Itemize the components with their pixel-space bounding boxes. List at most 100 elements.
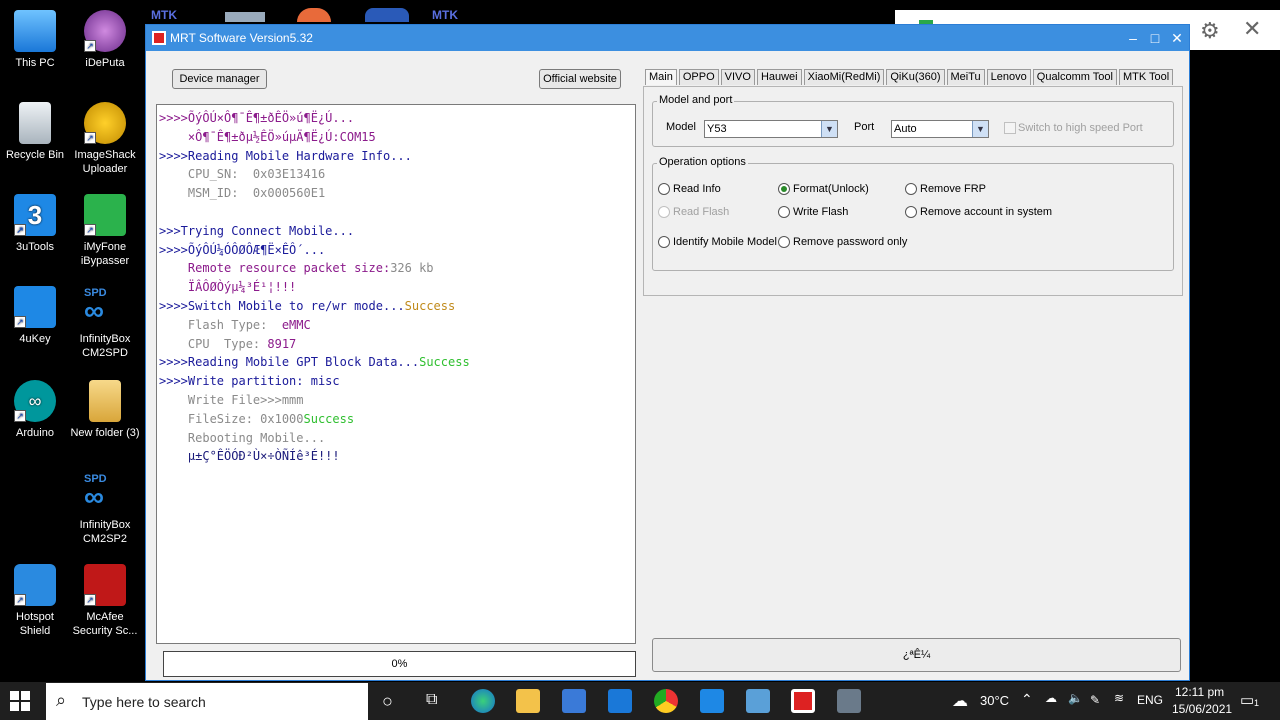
hotspot-shield-icon[interactable] [700,689,724,713]
group-title: Model and port [657,94,735,106]
desktop-icon-this-pc[interactable]: This PC [0,10,70,70]
log-line-text: ÏÂÔØÒýµ¼³É¹¦!!! [159,280,297,295]
tab-xiaomi-redmi[interactable]: XiaoMi(RedMi) [803,69,885,85]
remove-password-radio[interactable] [778,236,790,248]
log-line: >>>>Reading Mobile GPT Block Data...Succ… [159,353,633,372]
edge-icon[interactable] [471,689,495,713]
device-manager-button[interactable]: Device manager [172,69,267,89]
desktop-icon-ideputa[interactable]: ↗ iDePuta [70,10,140,70]
port-select[interactable]: Auto ▼ [891,120,989,138]
log-line: >>>>Switch Mobile to re/wr mode...Succes… [159,297,633,316]
desktop-icon-label: Arduino [16,427,54,439]
chrome-icon[interactable] [654,689,678,713]
tab-main[interactable]: Main [645,69,677,85]
tab-qualcomm-tool[interactable]: Qualcomm Tool [1032,69,1117,85]
start-button[interactable]: ¿ªÊ¼ [652,638,1181,672]
desktop-icon-imyfone[interactable]: ↗ iMyFone iBypasser [70,194,140,268]
chevron-down-icon[interactable]: ▼ [821,121,837,137]
search-icon: ⌕ [56,690,67,710]
windows-start-icon[interactable] [10,691,30,711]
imyfone-icon: ↗ [84,194,126,236]
shortcut-arrow-icon: ↗ [14,594,26,606]
taskbar: ⌕ Type here to search ○ ⧉ ☁ 30°C ⌃ ☁ 🔈 ✎… [0,682,1280,720]
minimize-icon[interactable]: – [1122,28,1144,48]
close-icon[interactable]: ✕ [1243,16,1261,42]
model-select[interactable]: Y53 ▼ [704,120,838,138]
desktop-icon-4ukey[interactable]: ↗ 4uKey [0,286,70,346]
log-line: ×Ô¶¯Ê¶±ðµ½ÊÖ»úµÄ¶Ë¿Ú:COM15 [159,128,633,147]
model-port-group: Model and port Model Y53 ▼ Port Auto ▼ S… [652,94,1174,147]
folder-icon [89,380,121,422]
log-line: Remote resource packet size:326 kb [159,259,633,278]
arduino-icon: ∞ ↗ [14,380,56,422]
desktop-icon-label: McAfee Security Sc... [72,611,138,637]
log-line: >>>>ÕýÔÚ¼ÓÔØÔÆ¶Ë×ÊÔ´... [159,241,633,260]
tab-mtk-tool[interactable]: MTK Tool [1118,69,1174,85]
close-icon[interactable]: ✕ [1166,28,1188,48]
gear-icon[interactable]: ⚙ [1200,18,1220,44]
tab-hauwei[interactable]: Hauwei [756,69,802,85]
wifi-icon[interactable]: ≋ [1114,691,1124,705]
mrt-taskbar-icon[interactable] [791,689,815,713]
file-explorer-icon[interactable] [516,689,540,713]
taskbar-search-box[interactable]: ⌕ Type here to search [46,683,368,720]
desktop-icon-infinitybox-cm2sp2[interactable]: SPD ∞ InfinityBox CM2SP2 [70,472,140,546]
shortcut-arrow-icon: ↗ [84,40,96,52]
tab-vivo[interactable]: VIVO [720,69,755,85]
remove-frp-radio[interactable] [905,183,917,195]
shortcut-arrow-icon: ↗ [84,594,96,606]
write-flash-radio[interactable] [778,206,790,218]
log-line-text: Flash Type: [159,317,282,332]
start-button-label: ¿ªÊ¼ [902,649,931,661]
high-speed-port-checkbox[interactable] [1004,122,1016,134]
log-line-text: FileSize: 0x1000 [159,411,304,426]
remove-account-radio[interactable] [905,206,917,218]
task-view-icon[interactable]: ⧉ [426,691,437,709]
log-line-text: >>>>Switch Mobile to re/wr mode... [159,298,405,313]
high-speed-port-label: Switch to high speed Port [1018,122,1143,134]
app-icon[interactable] [837,689,861,713]
log-line: Rebooting Mobile... [159,429,633,448]
log-output[interactable]: >>>>ÕýÔÚ×Ô¶¯Ê¶±ðÊÖ»ú¶Ë¿Ú... ×Ô¶¯Ê¶±ðµ½ÊÖ… [156,104,636,644]
language[interactable]: ENG [1137,693,1163,707]
desktop-icon-recycle-bin[interactable]: Recycle Bin [0,102,70,162]
clock-time[interactable]: 12:11 pm [1175,685,1224,699]
clock-date[interactable]: 15/06/2021 [1172,702,1232,716]
tab-lenovo[interactable]: Lenovo [986,69,1031,85]
desktop-icon-3utools[interactable]: 3 ↗ 3uTools [0,194,70,254]
maximize-icon[interactable]: □ [1144,28,1166,48]
ime-icon[interactable]: ✎ [1090,693,1100,707]
format-unlock-radio[interactable] [778,183,790,195]
cloud-icon[interactable]: ☁ [1045,691,1057,705]
official-website-button[interactable]: Official website [539,69,621,89]
cortana-icon[interactable]: ○ [382,691,393,712]
log-line: ÏÂÔØÒýµ¼³É¹¦!!! [159,278,633,297]
desktop-icon-imageshack[interactable]: ↗ ImageShack Uploader [70,102,140,176]
weather-cloud-icon[interactable]: ☁ [952,691,968,711]
desktop-icon-mcafee[interactable]: ↗ McAfee Security Sc... [70,564,140,638]
title-bar[interactable]: MRT Software Version5.32 – □ ✕ [146,25,1189,51]
log-line: µ±Ç°ÊÖÓÐ²Ù×÷ÒÑÍê³É!!! [159,447,633,466]
desktop-icon-arduino[interactable]: ∞ ↗ Arduino [0,380,70,440]
app-icon[interactable] [746,689,770,713]
tab-qiku-360[interactable]: QiKu(360) [886,69,945,85]
chevron-up-icon[interactable]: ⌃ [1021,691,1033,708]
store-icon[interactable] [562,689,586,713]
tab-oppo[interactable]: OPPO [678,69,719,85]
write-flash-label: Write Flash [793,206,849,218]
log-line-text: Rebooting Mobile... [159,430,326,445]
desktop-icon-new-folder[interactable]: New folder (3) [70,380,140,440]
temperature[interactable]: 30°C [980,693,1009,708]
desktop-icon-hotspot-shield[interactable]: ↗ Hotspot Shield [0,564,70,638]
desktop-icon-infinitybox-cm2spd[interactable]: SPD ∞ InfinityBox CM2SPD [70,286,140,360]
chevron-down-icon[interactable]: ▼ [972,121,988,137]
tab-meitu[interactable]: MeiTu [946,69,985,85]
notification-icon[interactable]: ▭ [1240,691,1254,709]
log-line-status: Success [404,298,456,313]
identify-model-radio[interactable] [658,236,670,248]
shortcut-arrow-icon: ↗ [14,316,26,328]
mail-icon[interactable] [608,689,632,713]
read-info-radio[interactable] [658,183,670,195]
mtk-label: MTK [432,8,458,22]
volume-icon[interactable]: 🔈 [1068,691,1083,705]
